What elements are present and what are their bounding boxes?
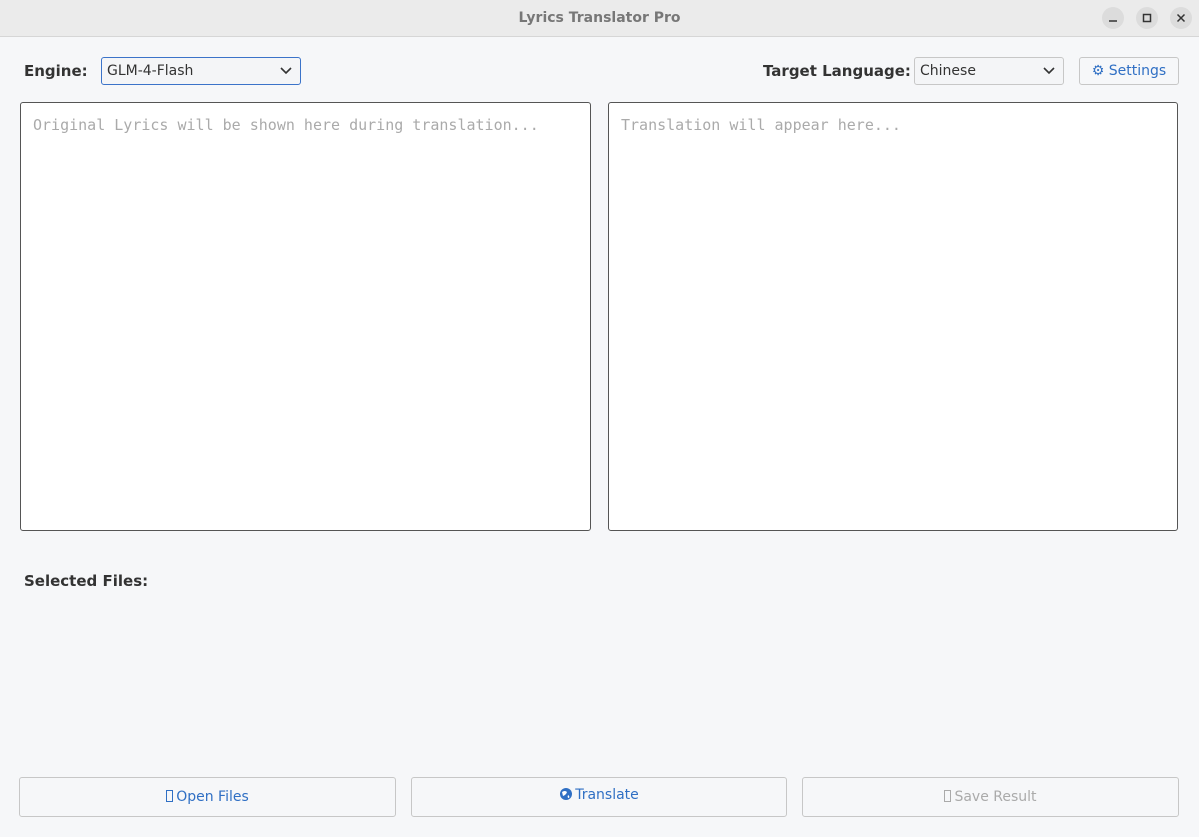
window-title: Lyrics Translator Pro bbox=[518, 10, 681, 26]
translate-label: Translate bbox=[575, 787, 639, 803]
folder-icon bbox=[166, 790, 174, 802]
selected-files-list[interactable] bbox=[20, 600, 1178, 760]
engine-select-value: GLM-4-Flash bbox=[107, 63, 194, 79]
save-result-label: Save Result bbox=[954, 789, 1037, 805]
original-lyrics-textarea[interactable]: Original Lyrics will be shown here durin… bbox=[20, 102, 591, 531]
maximize-icon bbox=[1142, 13, 1152, 23]
engine-label: Engine: bbox=[24, 62, 88, 80]
translation-placeholder: Translation will appear here... bbox=[621, 116, 901, 134]
close-icon bbox=[1176, 13, 1186, 23]
open-files-label: Open Files bbox=[176, 789, 249, 805]
selected-files-label: Selected Files: bbox=[24, 572, 149, 590]
globe-icon bbox=[560, 788, 573, 800]
target-language-label: Target Language: bbox=[763, 62, 911, 80]
title-bar: Lyrics Translator Pro bbox=[0, 0, 1199, 37]
close-button[interactable] bbox=[1170, 7, 1192, 29]
settings-button[interactable]: ⚙ Settings bbox=[1079, 57, 1179, 85]
save-result-button[interactable]: Save Result bbox=[802, 777, 1179, 817]
engine-select[interactable]: GLM-4-Flash bbox=[101, 57, 301, 85]
minimize-button[interactable] bbox=[1102, 7, 1124, 29]
open-files-button[interactable]: Open Files bbox=[19, 777, 396, 817]
translation-textarea[interactable]: Translation will appear here... bbox=[608, 102, 1178, 531]
chevron-down-icon bbox=[1043, 67, 1055, 75]
save-icon bbox=[944, 790, 952, 802]
maximize-button[interactable] bbox=[1136, 7, 1158, 29]
target-language-select[interactable]: Chinese bbox=[914, 57, 1064, 85]
original-lyrics-placeholder: Original Lyrics will be shown here durin… bbox=[33, 116, 539, 134]
minimize-icon bbox=[1109, 20, 1117, 22]
translate-button[interactable]: Translate bbox=[411, 777, 787, 817]
chevron-down-icon bbox=[280, 67, 292, 75]
target-language-value: Chinese bbox=[920, 63, 976, 79]
